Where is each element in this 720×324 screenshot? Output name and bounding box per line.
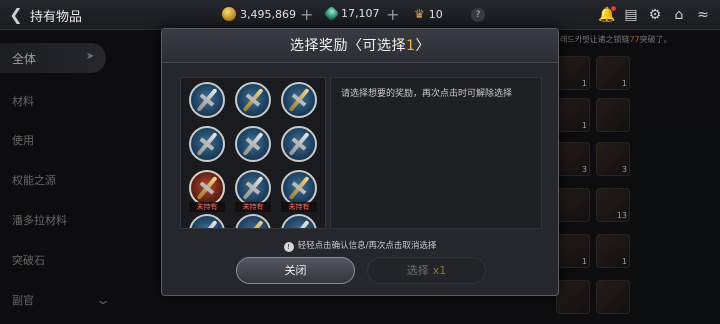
help-icon[interactable]: ? [471,8,485,22]
add-gold-button[interactable]: + [300,5,313,24]
not-owned-badge: 未持有 [281,202,317,212]
gear-icon[interactable]: ⚙ [646,6,664,24]
crown-icon: ♛ [414,7,425,21]
select-label: 选择 [406,264,429,277]
spear-icon [196,219,218,228]
bell-icon[interactable]: 🔔 [598,6,616,24]
sword-icon [242,219,264,228]
reward-select-dialog: 选择奖励〈可选择1〉 未持有 未持有 未持有 请选择想要的奖励，再次点击时可解除… [161,28,559,296]
reward-item[interactable] [281,170,317,206]
reward-item[interactable] [189,126,225,162]
chat-icon[interactable]: ▤ [622,6,640,24]
dialog-title-end: 〉 [415,38,430,54]
home-icon[interactable]: ⌂ [670,6,688,24]
dialog-title: 选择奖励〈可选择1〉 [290,38,430,54]
gem-counter: 17,107 [323,5,380,22]
reward-grid: 未持有 未持有 未持有 [180,77,326,229]
crown-counter: ♛ 10 [414,7,443,21]
select-quantity: x1 [432,264,447,277]
gold-amount: 3,495,869 [240,7,296,21]
reward-item[interactable] [189,170,225,206]
close-button[interactable]: 关闭 [236,257,355,284]
reward-item[interactable] [235,170,271,206]
gold-coin-icon [222,7,236,21]
reward-item[interactable] [189,214,225,228]
select-button[interactable]: 选择 x1 [367,257,486,284]
reward-item[interactable] [235,126,271,162]
hint-text: 轻轻点击确认信息/再次点击取消选择 [297,241,437,251]
page-title: 持有物品 [30,10,83,25]
info-icon: ! [283,242,294,252]
back-arrow-icon[interactable]: ❮ [6,5,26,25]
reward-item[interactable] [281,214,317,228]
reward-description-panel: 请选择想要的奖励，再次点击时可解除选择 [330,77,542,229]
reward-item[interactable] [281,126,317,162]
dialog-title-text: 选择奖励〈可选择 [290,38,407,54]
axe-icon [288,219,310,228]
not-owned-badge: 未持有 [189,202,225,212]
reward-item[interactable] [235,82,271,118]
gold-counter: 3,495,869 [222,7,296,21]
reward-item[interactable] [235,214,271,228]
add-gem-button[interactable]: + [386,5,399,24]
notification-dot [611,6,616,11]
description-text: 请选择想要的奖励，再次点击时可解除选择 [341,89,513,99]
gem-icon [323,5,340,22]
top-bar: ❮ 持有物品 3,495,869 + 17,107 + ♛ 10 ? 🔔 ▤ ⚙… [0,0,720,30]
reward-item[interactable] [281,82,317,118]
gem-amount: 17,107 [341,7,380,20]
wifi-icon: ≈ [697,7,709,23]
selection-hint: ! 轻轻点击确认信息/再次点击取消选择 [162,239,558,252]
reward-item[interactable] [189,82,225,118]
dialog-header: 选择奖励〈可选择1〉 [162,29,558,63]
crown-amount: 10 [428,7,443,21]
top-icon-group: 🔔 ▤ ⚙ ⌂ ≈ [598,6,712,24]
not-owned-badge: 未持有 [235,202,271,212]
